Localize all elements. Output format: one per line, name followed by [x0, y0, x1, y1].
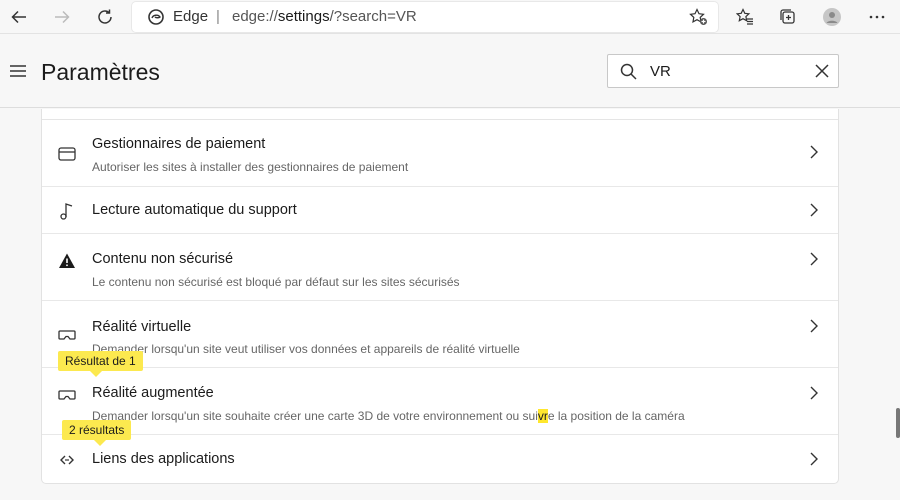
add-favorite-icon[interactable]	[688, 8, 708, 26]
setting-title: Réalité augmentée	[92, 385, 214, 401]
scrollbar-thumb[interactable]	[896, 408, 900, 438]
setting-description: Demander lorsqu'un site veut utiliser vo…	[92, 342, 520, 356]
url-text: edge://settings/?search=VR	[232, 8, 417, 25]
chevron-right-icon	[810, 386, 818, 400]
chevron-right-icon	[810, 319, 818, 333]
setting-title: Lecture automatique du support	[92, 202, 297, 218]
credit-card-icon	[58, 147, 76, 161]
setting-row-payment-handlers[interactable]: Gestionnaires de paiement Autoriser les …	[42, 120, 838, 187]
search-result-bubble: Résultat de 1	[58, 351, 143, 377]
back-button[interactable]	[5, 3, 33, 31]
browser-brand-label: Edge	[173, 8, 209, 25]
forward-arrow-icon	[55, 10, 70, 24]
vr-headset-icon	[58, 330, 76, 340]
search-match-highlight: vr	[537, 409, 548, 423]
chevron-right-icon	[810, 452, 818, 466]
profile-button[interactable]	[818, 3, 846, 31]
setting-row-virtual-reality[interactable]: Réalité virtuelle Demander lorsqu'un sit…	[42, 301, 838, 368]
settings-card: Gestionnaires de paiement Autoriser les …	[41, 109, 839, 484]
refresh-icon	[98, 9, 112, 24]
setting-title: Contenu non sécurisé	[92, 251, 234, 267]
setting-row-augmented-reality[interactable]: Réalité augmentée Demander lorsqu'un sit…	[42, 368, 838, 435]
setting-title: Réalité virtuelle	[92, 319, 192, 335]
setting-description: Demander lorsqu'un site souhaite créer u…	[92, 409, 685, 423]
settings-search[interactable]	[607, 54, 839, 88]
favorites-button[interactable]	[731, 3, 759, 31]
setting-row-app-links[interactable]: Liens des applications	[42, 435, 838, 484]
setting-row-autoplay[interactable]: Lecture automatique du support	[42, 187, 838, 234]
page-title: Paramètres	[41, 59, 160, 85]
clear-search-icon[interactable]	[814, 63, 830, 79]
search-input[interactable]	[650, 61, 800, 81]
favorites-list-icon	[736, 8, 753, 25]
setting-title: Liens des applications	[92, 451, 235, 467]
music-note-icon	[60, 203, 73, 220]
back-arrow-icon	[11, 10, 26, 24]
avatar-icon	[823, 8, 841, 26]
setting-description: Le contenu non sécurisé est bloqué par d…	[92, 275, 460, 289]
vr-headset-icon	[58, 390, 76, 400]
address-separator: |	[216, 8, 220, 25]
chevron-right-icon	[810, 203, 818, 217]
settings-header: Paramètres	[0, 35, 900, 108]
setting-title: Gestionnaires de paiement	[92, 136, 266, 152]
search-results-count-bubble: 2 résultats	[62, 420, 132, 446]
menu-icon[interactable]	[10, 64, 26, 78]
setting-row-insecure-content[interactable]: Contenu non sécurisé Le contenu non sécu…	[42, 234, 838, 301]
more-button[interactable]	[863, 3, 891, 31]
chevron-right-icon	[810, 145, 818, 159]
link-icon	[60, 455, 74, 465]
collections-icon	[780, 9, 795, 24]
ellipsis-icon	[869, 15, 885, 19]
edge-logo-icon	[148, 9, 164, 25]
chevron-right-icon	[810, 252, 818, 266]
refresh-button[interactable]	[91, 3, 119, 31]
setting-description: Autoriser les sites à installer des gest…	[92, 160, 409, 174]
browser-toolbar: Edge | edge://settings/?search=VR	[0, 0, 900, 34]
address-bar[interactable]: Edge | edge://settings/?search=VR	[132, 2, 718, 32]
warning-icon	[59, 253, 75, 268]
forward-button[interactable]	[48, 3, 76, 31]
collections-button[interactable]	[774, 3, 802, 31]
search-icon	[620, 63, 637, 80]
